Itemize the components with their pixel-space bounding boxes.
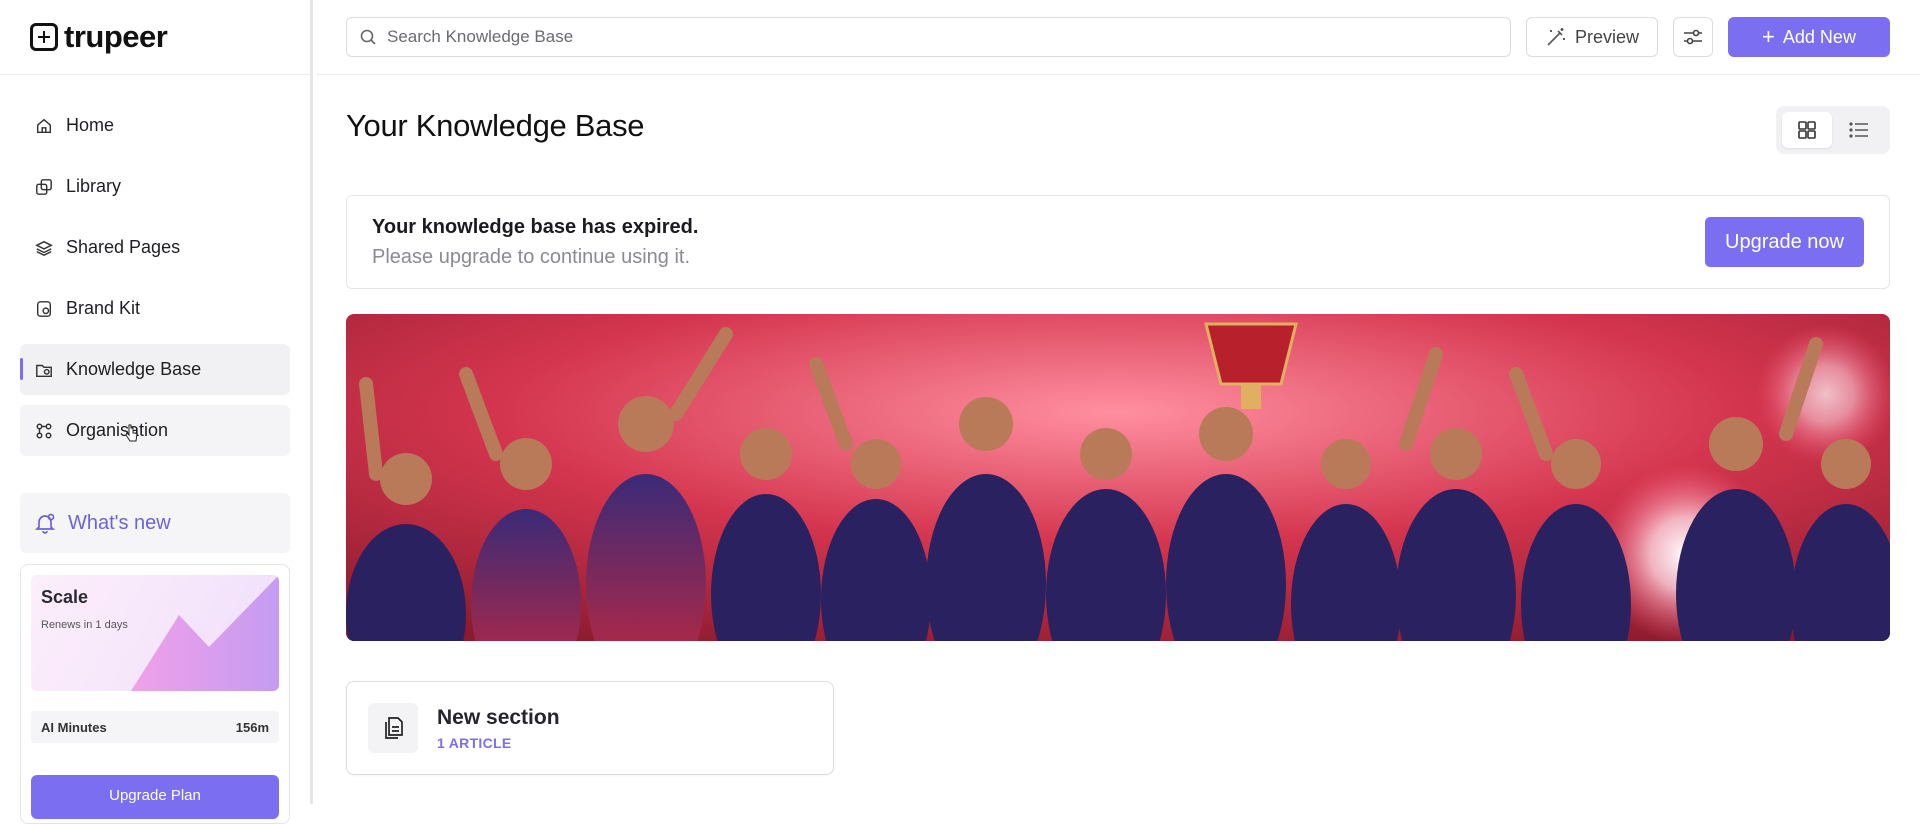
ai-minutes-label: AI Minutes: [41, 719, 107, 735]
sidebar-item-brand-kit[interactable]: Brand Kit: [20, 283, 290, 334]
plan-graphic: Scale Renews in 1 days: [31, 575, 279, 691]
view-toggle: [1776, 106, 1890, 154]
sidebar-item-label: Library: [66, 176, 122, 196]
sidebar-item-label: Shared Pages: [66, 237, 181, 257]
ai-minutes-value: 156m: [235, 719, 269, 735]
preview-button[interactable]: Preview: [1526, 17, 1658, 57]
expired-notice: Your knowledge base has expired. Please …: [346, 195, 1890, 289]
ai-minutes-row: AI Minutes 156m: [31, 711, 279, 743]
list-icon: [1849, 122, 1868, 138]
search-icon: [360, 29, 376, 45]
layers-icon: [34, 238, 54, 258]
search-input[interactable]: [387, 27, 1487, 47]
section-card[interactable]: New section 1 ARTICLE: [346, 681, 834, 775]
magic-wand-icon: [1547, 28, 1565, 46]
bell-icon: [34, 513, 56, 534]
add-new-label: Add New: [1782, 26, 1856, 47]
plan-card: Scale Renews in 1 days AI Minutes 156m U…: [20, 564, 290, 824]
preview-label: Preview: [1574, 26, 1640, 47]
documents-icon: [368, 703, 418, 753]
sidebar-item-label: Brand Kit: [66, 298, 141, 318]
logo-icon: [30, 23, 58, 51]
knowledge-base-icon: [34, 360, 54, 380]
expired-title: Your knowledge base has expired.: [372, 216, 699, 238]
upgrade-plan-button[interactable]: Upgrade Plan: [31, 775, 279, 819]
sidebar: trupeer Home Library Shared Pages Brand …: [0, 0, 313, 824]
add-new-button[interactable]: + Add New: [1728, 17, 1890, 57]
cursor-icon: [125, 424, 138, 442]
sidebar-nav: Home Library Shared Pages Brand Kit Know…: [20, 100, 290, 466]
settings-button[interactable]: [1673, 17, 1713, 57]
section-article-count: 1 ARTICLE: [437, 735, 512, 751]
home-icon: [34, 116, 54, 136]
banner-image: [346, 314, 1890, 641]
sidebar-item-label: Home: [66, 115, 115, 135]
plan-renewal: Renews in 1 days: [41, 619, 128, 631]
topbar: Preview + Add New: [316, 0, 1920, 75]
sidebar-item-home[interactable]: Home: [20, 100, 290, 151]
whats-new-label: What's new: [68, 511, 171, 534]
search-box[interactable]: [346, 17, 1511, 57]
team-celebration-image: [346, 314, 1890, 641]
logo[interactable]: trupeer: [0, 0, 313, 75]
plan-name: Scale: [41, 587, 89, 607]
organisation-icon: [34, 421, 54, 441]
sidebar-item-shared-pages[interactable]: Shared Pages: [20, 222, 290, 273]
sidebar-item-knowledge-base[interactable]: Knowledge Base: [20, 344, 290, 395]
library-icon: [34, 177, 54, 197]
expired-subtitle: Please upgrade to continue using it.: [372, 246, 690, 268]
logo-text: trupeer: [64, 19, 168, 54]
sidebar-item-library[interactable]: Library: [20, 161, 290, 212]
sliders-icon: [1684, 29, 1702, 45]
sidebar-item-label: Organisation: [66, 420, 169, 440]
list-view-button[interactable]: [1834, 112, 1884, 148]
section-title: New section: [437, 706, 560, 729]
plus-icon: +: [1762, 24, 1775, 49]
upgrade-now-button[interactable]: Upgrade now: [1705, 217, 1864, 267]
sidebar-item-organisation[interactable]: Organisation: [20, 405, 290, 456]
brand-kit-icon: [34, 299, 54, 319]
grid-icon: [1798, 121, 1816, 139]
page-title: Your Knowledge Base: [346, 108, 645, 143]
grid-view-button[interactable]: [1782, 112, 1832, 148]
sidebar-item-label: Knowledge Base: [66, 359, 202, 379]
whats-new-button[interactable]: What's new: [20, 493, 290, 553]
